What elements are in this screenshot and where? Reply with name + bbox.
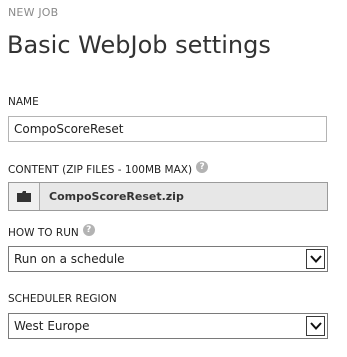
content-help-icon[interactable]: ? [196, 161, 209, 173]
scheduler-region-label-text: SCHEDULER REGION [8, 293, 117, 305]
content-label-text: CONTENT (ZIP FILES - 100MB MAX) [8, 164, 193, 176]
chevron-down-icon [309, 255, 322, 263]
content-label: CONTENT (ZIP FILES - 100MB MAX) ? [8, 161, 209, 176]
how-to-run-label: HOW TO RUN ? [8, 224, 95, 239]
name-label: NAME [8, 96, 39, 108]
how-to-run-select[interactable]: Run on a schedule [8, 246, 328, 272]
dialog-eyebrow: NEW JOB [8, 6, 59, 19]
name-input-value: CompoScoreReset [14, 122, 124, 136]
scheduler-region-label: SCHEDULER REGION [8, 293, 117, 305]
content-file-input[interactable]: CompoScoreReset.zip [8, 182, 328, 211]
browse-file-button[interactable] [9, 183, 40, 210]
page-title: Basic WebJob settings [7, 31, 271, 59]
scheduler-region-selected: West Europe [14, 319, 90, 333]
name-input[interactable]: CompoScoreReset [8, 116, 327, 142]
chevron-down-icon [309, 322, 322, 330]
selected-file-name: CompoScoreReset.zip [49, 190, 184, 203]
scheduler-region-select[interactable]: West Europe [8, 313, 328, 339]
how-to-run-dropdown-button[interactable] [306, 249, 325, 269]
how-to-run-help-icon[interactable]: ? [82, 224, 95, 236]
folder-icon [17, 191, 31, 202]
how-to-run-selected: Run on a schedule [14, 252, 125, 266]
name-label-text: NAME [8, 96, 39, 108]
how-to-run-label-text: HOW TO RUN [8, 227, 79, 239]
scheduler-region-dropdown-button[interactable] [306, 316, 325, 336]
